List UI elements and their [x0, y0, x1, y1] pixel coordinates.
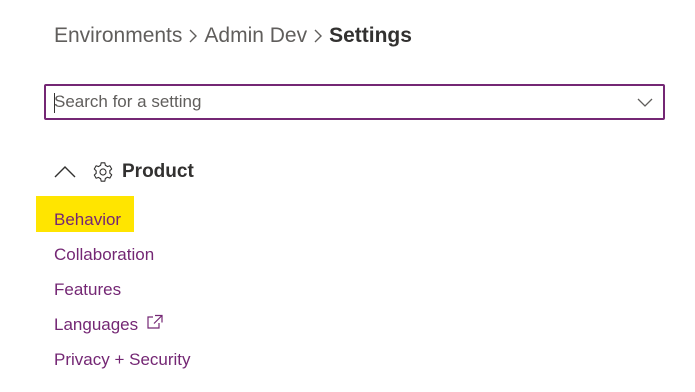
link-label: Behavior — [54, 209, 122, 229]
link-label: Languages — [54, 314, 139, 334]
link-label: Privacy + Security — [54, 349, 191, 369]
search-box[interactable] — [44, 84, 665, 120]
section-title: Product — [122, 161, 194, 182]
chevron-down-icon[interactable] — [637, 95, 653, 109]
link-collaboration[interactable]: Collaboration — [54, 237, 191, 272]
breadcrumb-current: Settings — [329, 24, 412, 47]
breadcrumb: Environments Admin Dev Settings — [54, 24, 412, 48]
chevron-up-icon[interactable] — [54, 165, 76, 179]
external-link-icon — [147, 314, 163, 329]
settings-page: Environments Admin Dev Settings Product … — [0, 0, 695, 392]
breadcrumb-environments[interactable]: Environments — [54, 24, 182, 48]
link-privacy-security[interactable]: Privacy + Security — [54, 342, 191, 377]
settings-link-list: Behavior Collaboration Features Language… — [36, 196, 191, 377]
chevron-right-icon — [307, 28, 329, 44]
breadcrumb-admin-dev[interactable]: Admin Dev — [204, 24, 307, 48]
search-input[interactable] — [54, 86, 614, 118]
link-behavior[interactable]: Behavior — [36, 196, 191, 237]
gear-icon — [93, 162, 113, 182]
link-label: Collaboration — [54, 244, 155, 264]
text-caret — [54, 93, 55, 113]
link-label: Features — [54, 279, 122, 299]
link-languages[interactable]: Languages — [54, 307, 191, 342]
chevron-right-icon — [182, 28, 204, 44]
section-header-product[interactable]: Product — [54, 160, 194, 184]
link-features[interactable]: Features — [54, 272, 191, 307]
